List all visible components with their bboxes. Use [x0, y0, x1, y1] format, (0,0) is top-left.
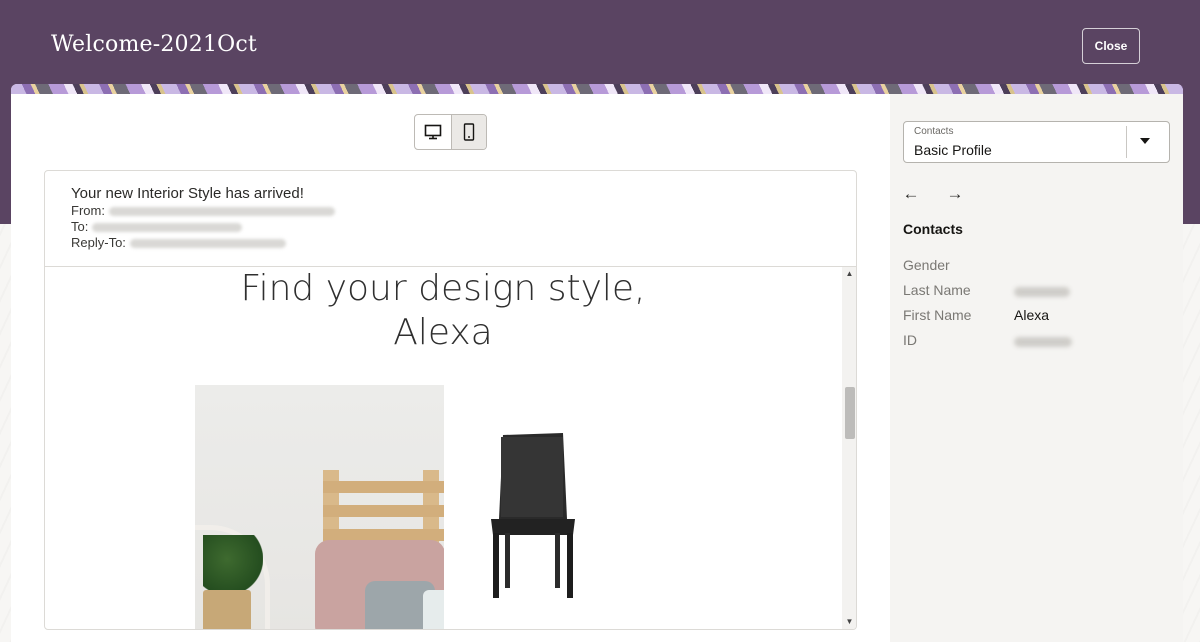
headline-line-2: Alexa: [393, 312, 493, 353]
contacts-profile-select[interactable]: Contacts Basic Profile: [903, 121, 1170, 163]
email-subject: Your new Interior Style has arrived!: [71, 185, 304, 202]
email-from-row: From:: [71, 203, 856, 219]
close-button[interactable]: Close: [1082, 28, 1140, 64]
headline-line-1: Find your design style,: [240, 268, 646, 309]
redacted-reply-to-address: [129, 238, 286, 248]
contact-side-panel: Contacts Basic Profile ← → Contacts Gend…: [890, 94, 1183, 642]
preview-dialog: Your new Interior Style has arrived! Fro…: [11, 84, 1183, 642]
device-view-toggle: [414, 114, 487, 150]
white-pillow: [423, 590, 444, 629]
redacted-last-name: [1014, 287, 1070, 297]
email-preview: Your new Interior Style has arrived! Fro…: [44, 170, 857, 630]
desktop-icon: [424, 124, 442, 140]
arrow-right-icon[interactable]: →: [945, 184, 965, 204]
email-headline: Find your design style, Alexa: [195, 267, 691, 355]
scroll-down-icon[interactable]: ▼: [844, 617, 855, 626]
field-label-last-name: Last Name: [903, 282, 971, 298]
field-label-id: ID: [903, 332, 917, 348]
bedroom-photo: [195, 385, 444, 629]
scroll-up-icon[interactable]: ▲: [844, 269, 855, 278]
email-scrollbar[interactable]: ▲ ▼: [842, 267, 856, 629]
plant-pot: [203, 590, 251, 629]
chevron-down-icon[interactable]: [1140, 138, 1150, 144]
redacted-from-address: [108, 206, 335, 216]
page-title: Welcome-2021Oct: [51, 32, 257, 57]
mobile-icon: [463, 123, 474, 141]
to-label: To:: [71, 219, 89, 234]
scrollbar-thumb[interactable]: [845, 387, 855, 439]
headboard-slat: [323, 505, 444, 517]
headboard-slat: [323, 481, 444, 493]
black-chair-photo: [491, 433, 575, 598]
field-value-first-name: Alexa: [1014, 307, 1050, 323]
field-label-first-name: First Name: [903, 307, 972, 323]
select-label: Contacts: [914, 126, 954, 137]
email-header: Your new Interior Style has arrived! Fro…: [45, 171, 856, 267]
email-reply-to-row: Reply-To:: [71, 235, 856, 251]
redacted-id: [1014, 337, 1072, 347]
field-label-gender: Gender: [903, 257, 950, 273]
plant: [203, 535, 263, 595]
mobile-view-button[interactable]: [450, 115, 486, 149]
select-value: Basic Profile: [914, 142, 992, 158]
email-to-row: To:: [71, 219, 856, 235]
section-title: Contacts: [903, 221, 963, 237]
select-divider: [1126, 126, 1127, 158]
from-label: From:: [71, 203, 105, 218]
email-body: Find your design style, Alexa: [45, 267, 842, 629]
decorative-banner: [11, 84, 1183, 94]
arrow-left-icon[interactable]: ←: [901, 184, 921, 204]
desktop-view-button[interactable]: [415, 115, 451, 149]
reply-to-label: Reply-To:: [71, 235, 126, 250]
redacted-to-address: [92, 222, 243, 232]
